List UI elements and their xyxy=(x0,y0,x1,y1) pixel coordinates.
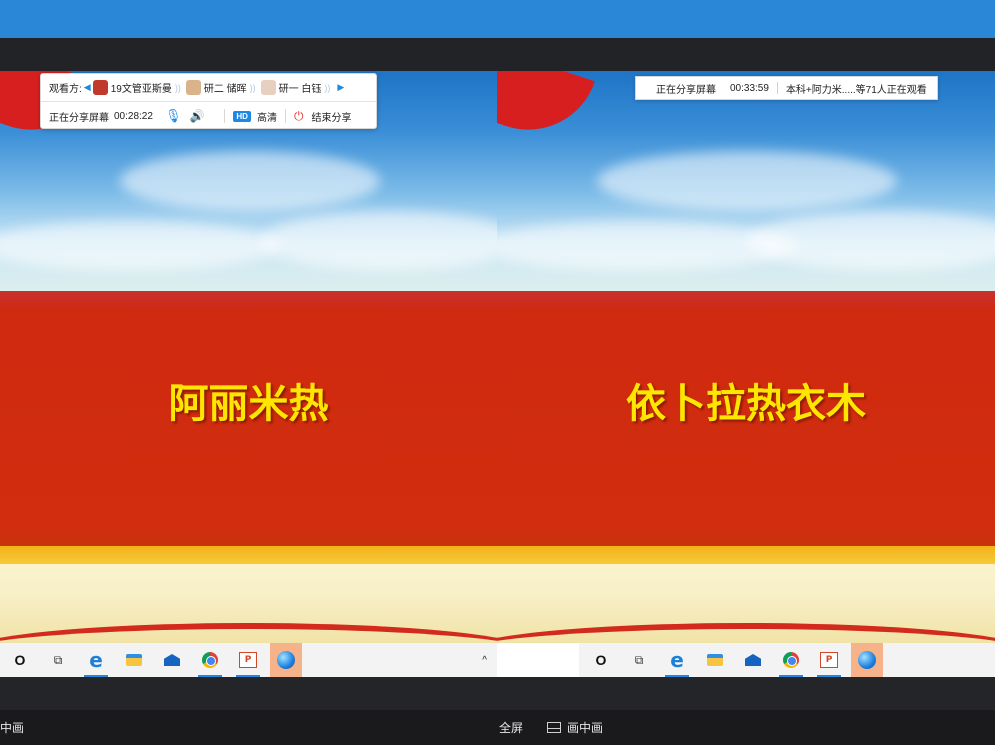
fullscreen-button[interactable]: 全屏 xyxy=(499,719,523,736)
viewers-row: 观看方: ◀ 19文管亚斯曼 )) 研二 储晖 )) 研一 白钰 )) ▶ xyxy=(41,74,376,102)
end-share-button[interactable]: 结束分享 xyxy=(311,109,351,124)
sharing-status-label: 正在分享屏幕 xyxy=(49,112,109,124)
viewers-label: 观看方: xyxy=(49,84,82,95)
mail-icon[interactable] xyxy=(156,643,188,677)
viewer-item[interactable]: 研一 白钰 )) xyxy=(260,80,331,95)
avatar xyxy=(260,80,276,95)
hd-quality-button[interactable]: 高清 xyxy=(257,109,277,124)
avatar xyxy=(185,80,201,95)
viewer-count-text[interactable]: 本科+阿力米.....等71人正在观看 xyxy=(786,81,927,96)
pip-label: 画中画 xyxy=(567,721,604,735)
slide-student-name: 依卜拉热衣木 xyxy=(626,381,866,427)
slide-cream-area xyxy=(497,564,995,643)
pip-button[interactable]: 中画 xyxy=(0,719,24,736)
share-timer: 00:33:59 xyxy=(730,82,769,94)
speaker-wave-icon: )) xyxy=(249,82,256,93)
top-dark-bar xyxy=(0,38,497,71)
microphone-icon[interactable]: 🎙 xyxy=(165,108,182,124)
tray-chevron-up-icon[interactable]: ^ xyxy=(482,655,487,666)
task-view-icon[interactable]: ⧉ xyxy=(42,643,74,677)
prev-viewer-arrow-icon[interactable]: ◀ xyxy=(84,82,91,93)
controls-row: 正在分享屏幕 00:28:22 🎙 🔊 HD 高清 ⏻ 结束分享 xyxy=(41,102,376,130)
file-explorer-icon[interactable] xyxy=(699,643,731,677)
slide-gold-band xyxy=(0,546,497,564)
top-dark-bar xyxy=(497,38,995,71)
next-viewer-arrow-icon[interactable]: ▶ xyxy=(337,82,344,93)
windows-taskbar: O ⧉ e P ^ xyxy=(0,643,497,677)
shared-slide: 依卜拉热衣木 xyxy=(497,71,995,643)
viewer-name: 19文管亚斯曼 xyxy=(110,84,172,95)
slide-student-name: 阿丽米热 xyxy=(168,381,329,427)
screen-share-toolbar: 观看方: ◀ 19文管亚斯曼 )) 研二 储晖 )) 研一 白钰 )) ▶ 正在… xyxy=(40,73,377,129)
mail-icon[interactable] xyxy=(737,643,769,677)
speaker-wave-icon: )) xyxy=(174,82,181,93)
slide-gold-band xyxy=(497,546,995,564)
power-icon[interactable]: ⏻ xyxy=(294,109,304,124)
speaker-icon[interactable]: 🔊 xyxy=(189,109,204,123)
cortana-icon[interactable]: O xyxy=(4,643,36,677)
chrome-icon[interactable] xyxy=(194,643,226,677)
powerpoint-icon[interactable]: P xyxy=(232,643,264,677)
edge-icon[interactable]: e xyxy=(80,643,112,677)
browser-icon[interactable] xyxy=(270,643,302,677)
hd-badge-icon[interactable]: HD xyxy=(233,110,251,122)
top-blue-bar xyxy=(497,0,995,38)
taskbar-search-box[interactable] xyxy=(497,643,579,677)
left-video-panel: 阿丽米热 观看方: ◀ 19文管亚斯曼 )) 研二 储晖 )) 研一 白钰 ))… xyxy=(0,0,497,745)
chrome-icon[interactable] xyxy=(775,643,807,677)
browser-icon[interactable] xyxy=(851,643,883,677)
edge-icon[interactable]: e xyxy=(661,643,693,677)
slide-cream-area xyxy=(0,564,497,643)
right-footer-bar: 全屏 画中画 xyxy=(497,710,995,745)
cortana-icon[interactable]: O xyxy=(585,643,617,677)
task-view-icon[interactable]: ⧉ xyxy=(623,643,655,677)
screen-share-status-bar: 正在分享屏幕 00:33:59 本科+阿力米.....等71人正在观看 xyxy=(635,76,938,100)
speaker-wave-icon: )) xyxy=(324,82,331,93)
picture-in-picture-icon xyxy=(547,722,562,733)
file-explorer-icon[interactable] xyxy=(118,643,150,677)
left-footer-bar: 中画 xyxy=(0,710,497,745)
viewer-name: 研一 白钰 xyxy=(278,84,322,95)
avatar xyxy=(92,80,108,95)
shared-slide: 阿丽米热 xyxy=(0,71,497,643)
viewer-item[interactable]: 19文管亚斯曼 )) xyxy=(92,80,181,95)
windows-taskbar: O ⧉ e P xyxy=(497,643,995,677)
right-video-panel: 依卜拉热衣木 正在分享屏幕 00:33:59 本科+阿力米.....等71人正在… xyxy=(497,0,995,745)
powerpoint-icon[interactable]: P xyxy=(813,643,845,677)
sharing-status-label: 正在分享屏幕 xyxy=(656,84,716,96)
top-blue-bar xyxy=(0,0,497,38)
viewer-item[interactable]: 研二 储晖 )) xyxy=(185,80,256,95)
share-timer: 00:28:22 xyxy=(114,110,153,122)
viewer-name: 研二 储晖 xyxy=(203,84,247,95)
pip-button[interactable]: 画中画 xyxy=(547,719,603,736)
